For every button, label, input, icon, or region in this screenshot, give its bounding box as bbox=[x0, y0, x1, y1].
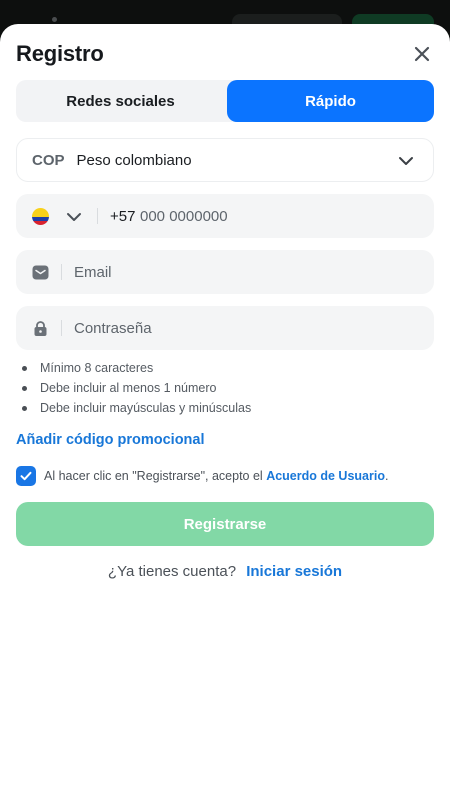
user-agreement: Al hacer clic en "Registrarse", acepto e… bbox=[16, 466, 434, 486]
close-button[interactable] bbox=[410, 42, 434, 66]
mail-icon bbox=[32, 265, 49, 280]
agreement-text: Al hacer clic en "Registrarse", acepto e… bbox=[44, 469, 388, 483]
registration-type-tabs: Redes sociales Rápido bbox=[16, 80, 434, 122]
password-input[interactable] bbox=[74, 308, 334, 348]
colombia-flag-icon bbox=[32, 208, 49, 225]
email-field bbox=[16, 250, 434, 294]
password-requirements: Mínimo 8 caracteres Debe incluir al meno… bbox=[16, 358, 251, 418]
tab-social-networks[interactable]: Redes sociales bbox=[16, 80, 225, 122]
phone-prefix: +57 bbox=[110, 207, 136, 225]
login-prompt: ¿Ya tienes cuenta? Iniciar sesión bbox=[0, 563, 450, 580]
add-promo-code-link[interactable]: Añadir código promocional bbox=[16, 432, 205, 448]
login-question: ¿Ya tienes cuenta? bbox=[107, 563, 237, 580]
password-rule: Debe incluir al menos 1 número bbox=[16, 378, 251, 398]
lock-icon bbox=[34, 321, 47, 336]
currency-code: COP bbox=[32, 151, 65, 169]
email-input[interactable] bbox=[74, 252, 334, 292]
field-divider bbox=[61, 320, 62, 336]
phone-input[interactable] bbox=[140, 196, 400, 236]
login-link[interactable]: Iniciar sesión bbox=[246, 563, 342, 580]
phone-field: +57 bbox=[16, 194, 434, 238]
password-rule: Debe incluir mayúsculas y minúsculas bbox=[16, 398, 251, 418]
tab-quick[interactable]: Rápido bbox=[227, 80, 434, 122]
user-agreement-link[interactable]: Acuerdo de Usuario bbox=[266, 469, 385, 483]
background-dot bbox=[52, 17, 57, 22]
currency-name: Peso colombiano bbox=[76, 151, 192, 169]
registration-modal: Registro Redes sociales Rápido COP Peso … bbox=[0, 24, 450, 800]
password-rule: Mínimo 8 caracteres bbox=[16, 358, 251, 378]
chevron-down-icon bbox=[399, 157, 413, 165]
agreement-checkbox[interactable] bbox=[16, 466, 36, 486]
checkmark-icon bbox=[20, 471, 32, 481]
password-field bbox=[16, 306, 434, 350]
agreement-label: Al hacer clic en "Registrarse", acepto e… bbox=[44, 469, 263, 483]
register-button[interactable]: Registrarse bbox=[16, 502, 434, 546]
field-divider bbox=[61, 264, 62, 280]
agreement-suffix: . bbox=[384, 469, 389, 483]
currency-select[interactable]: COP Peso colombiano bbox=[16, 138, 434, 182]
country-code-dropdown[interactable] bbox=[65, 208, 83, 226]
field-divider bbox=[97, 208, 98, 224]
modal-title: Registro bbox=[16, 41, 104, 66]
close-icon bbox=[414, 46, 430, 62]
